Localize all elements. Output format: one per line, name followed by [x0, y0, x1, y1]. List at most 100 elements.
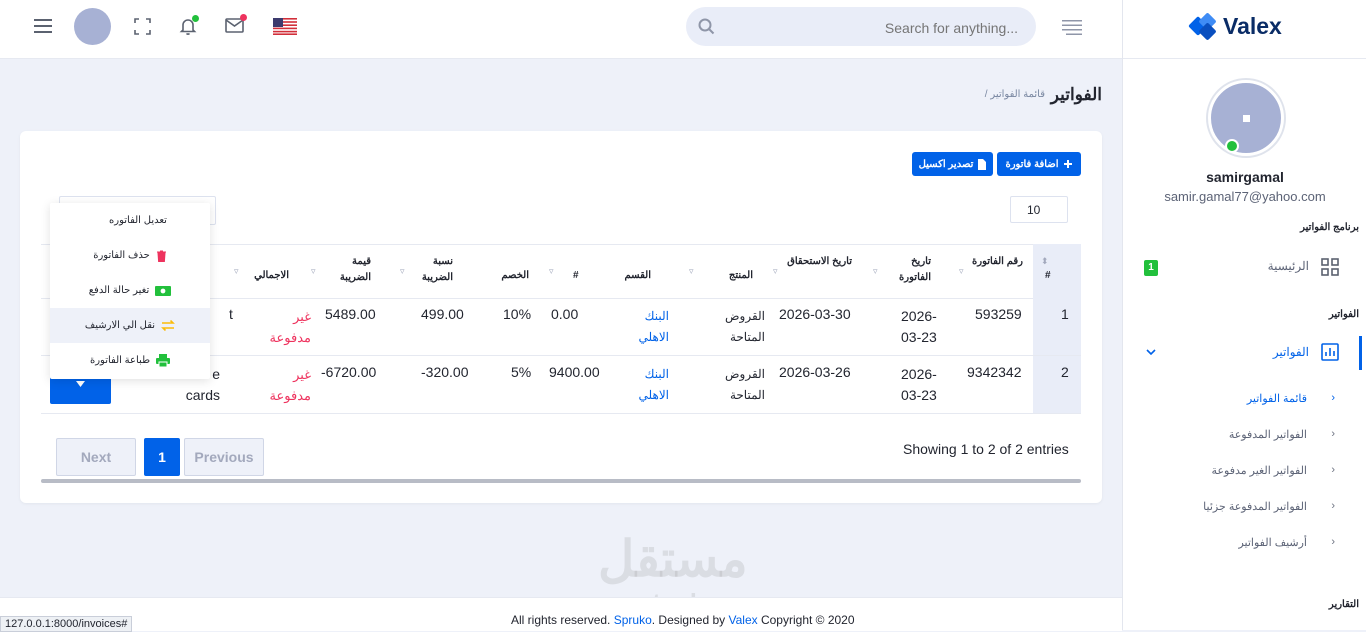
- cell-product: القروض المتاحة: [725, 367, 765, 402]
- fullscreen-icon[interactable]: [134, 18, 151, 35]
- file-icon: [978, 158, 987, 170]
- menu-item-archive[interactable]: نقل الي الارشيف: [50, 308, 210, 343]
- sort-icon: ⬍: [1041, 256, 1049, 266]
- sidebar-sub-partial[interactable]: الفواتير المدفوعة جزئيا: [1203, 500, 1307, 513]
- add-invoice-button[interactable]: اضافة فاتورة: [997, 152, 1081, 176]
- cell-discount: 5%: [511, 364, 532, 380]
- trash-icon: [156, 250, 166, 262]
- plus-icon: [1063, 160, 1072, 168]
- cell-section-link[interactable]: البنك الاهلي: [629, 306, 669, 348]
- invoice-actions-menu: تعديل الفاتوره حذف الفاتورة تغير حالة ال…: [50, 203, 210, 379]
- cell-due-date: 2026-03-30: [779, 306, 851, 322]
- chevron-active-icon: ›: [1331, 392, 1335, 404]
- page-title: الفواتير: [1050, 85, 1102, 104]
- sort-icon: ▿: [311, 266, 316, 276]
- header-menu-icon[interactable]: [1062, 19, 1082, 35]
- th-due-date[interactable]: تاريخ الاستحقاق: [786, 254, 852, 270]
- th-product[interactable]: المنتج: [709, 270, 753, 281]
- edit-label: تعديل الفاتوره: [109, 215, 167, 226]
- avatar-placeholder-icon: [1243, 115, 1250, 122]
- money-icon: [155, 285, 172, 296]
- chevron-down-icon: [1146, 349, 1156, 356]
- th-amount[interactable]: #: [573, 270, 579, 281]
- cell-vat-value: -6720.00: [321, 364, 377, 380]
- notification-bell-icon[interactable]: [179, 15, 199, 36]
- search-input[interactable]: [726, 7, 1020, 48]
- section-label-reports: التقارير: [1328, 599, 1359, 610]
- cell-invoice-date: 2026-03-23: [901, 366, 937, 403]
- menu-item-edit[interactable]: تعديل الفاتوره: [50, 203, 210, 238]
- profile-email: samir.gamal77@yahoo.com: [1164, 189, 1326, 204]
- sort-icon: ▿: [873, 266, 878, 276]
- sidebar-item-home[interactable]: 1 الرئيسية: [1123, 250, 1366, 284]
- delete-label: حذف الفاتورة: [93, 250, 150, 261]
- previous-page-button[interactable]: Previous: [184, 438, 264, 476]
- sort-icon: ▿: [234, 266, 239, 276]
- footer-designer-link[interactable]: Spruko: [614, 613, 652, 627]
- cell-section-link[interactable]: البنك الاهلي: [629, 364, 669, 406]
- cell-amount: 9400.00: [549, 364, 600, 380]
- horizontal-scrollbar[interactable]: [41, 479, 1081, 483]
- sort-icon: ▿: [689, 266, 694, 276]
- brand-name: Valex: [1223, 13, 1282, 39]
- cell-vat-rate: -320.00: [421, 364, 469, 380]
- th-section[interactable]: القسم: [617, 270, 651, 281]
- sort-icon: ▿: [400, 266, 405, 276]
- footer-designed-by: . Designed by: [651, 613, 726, 627]
- chevron-right-icon: ›: [1331, 536, 1335, 548]
- profile-name: samirgamal: [1206, 169, 1284, 185]
- mail-icon[interactable]: [225, 14, 247, 35]
- online-status-dot: [1225, 139, 1239, 153]
- invoices-label: الفواتير: [1272, 345, 1309, 359]
- footer-rights: All rights reserved.: [511, 613, 611, 627]
- sidebar-sub-invoice-list[interactable]: قائمة الفواتير: [1247, 392, 1307, 405]
- sort-icon: ▿: [773, 266, 778, 276]
- cell-invoice-number: 593259: [975, 306, 1022, 322]
- search-icon[interactable]: [698, 18, 715, 40]
- cell-status: غير مدفوعة: [269, 309, 311, 345]
- th-discount[interactable]: الخصم: [481, 270, 529, 281]
- user-avatar[interactable]: [74, 8, 111, 45]
- sidebar-sub-paid[interactable]: الفواتير المدفوعة: [1229, 428, 1307, 441]
- sidebar-sub-unpaid[interactable]: الفواتير الغير مدفوعة: [1212, 464, 1307, 477]
- add-invoice-label: اضافة فاتورة: [1005, 158, 1059, 170]
- export-excel-button[interactable]: تصدير اكسيل: [912, 152, 993, 176]
- caret-down-icon: [76, 381, 85, 387]
- top-header: [0, 0, 1122, 59]
- cell-due-date: 2026-03-26: [779, 364, 851, 380]
- us-flag-icon[interactable]: [273, 18, 297, 35]
- home-label: الرئيسية: [1267, 259, 1309, 273]
- breadcrumb-current[interactable]: / قائمة الفواتير: [985, 89, 1045, 100]
- th-vat-rate[interactable]: نسبة الضريبة: [413, 254, 453, 286]
- archive-label: نقل الي الارشيف: [84, 320, 156, 331]
- sidebar-sub-archive[interactable]: أرشيف الفواتير: [1238, 536, 1307, 549]
- chevron-right-icon: ›: [1331, 500, 1335, 512]
- menu-item-print[interactable]: طباعة الفاتورة: [50, 343, 210, 378]
- exchange-icon: [161, 320, 176, 331]
- watermark-arabic: مستقل: [598, 531, 748, 587]
- th-invoice-number[interactable]: رقم الفاتورة: [971, 254, 1023, 270]
- page-length-select[interactable]: 10: [1010, 196, 1068, 223]
- section-label-invoices: الفواتير: [1328, 309, 1359, 320]
- footer-brand-link[interactable]: Valex: [728, 613, 757, 627]
- chevron-right-icon: ›: [1331, 464, 1335, 476]
- profile-avatar[interactable]: [1208, 80, 1284, 156]
- printer-icon: [156, 354, 171, 367]
- th-index[interactable]: #: [1045, 270, 1051, 281]
- cell-amount: 0.00: [551, 306, 579, 322]
- cell-invoice-date: 2026-03-23: [901, 308, 937, 345]
- th-invoice-date[interactable]: تاريخ الفاتورة: [885, 254, 931, 286]
- active-indicator: [1359, 336, 1362, 370]
- brand-logo[interactable]: Valex: [1123, 0, 1366, 59]
- menu-item-delete[interactable]: حذف الفاتورة: [50, 238, 210, 273]
- sort-icon: ▿: [959, 266, 964, 276]
- th-total[interactable]: الاجمالي: [241, 270, 289, 281]
- next-page-button[interactable]: Next: [56, 438, 136, 476]
- sidebar-item-invoices[interactable]: الفواتير: [1123, 336, 1366, 370]
- th-vat-value[interactable]: قيمة الضريبة: [327, 254, 371, 286]
- menu-toggle-icon[interactable]: [34, 18, 52, 34]
- sidebar: Valex samirgamal samir.gamal77@yahoo.com…: [1122, 0, 1366, 630]
- page-1-button[interactable]: 1: [144, 438, 180, 476]
- section-label-program: برنامج الفواتير: [1300, 222, 1359, 233]
- menu-item-change-status[interactable]: تغير حالة الدفع: [50, 273, 210, 308]
